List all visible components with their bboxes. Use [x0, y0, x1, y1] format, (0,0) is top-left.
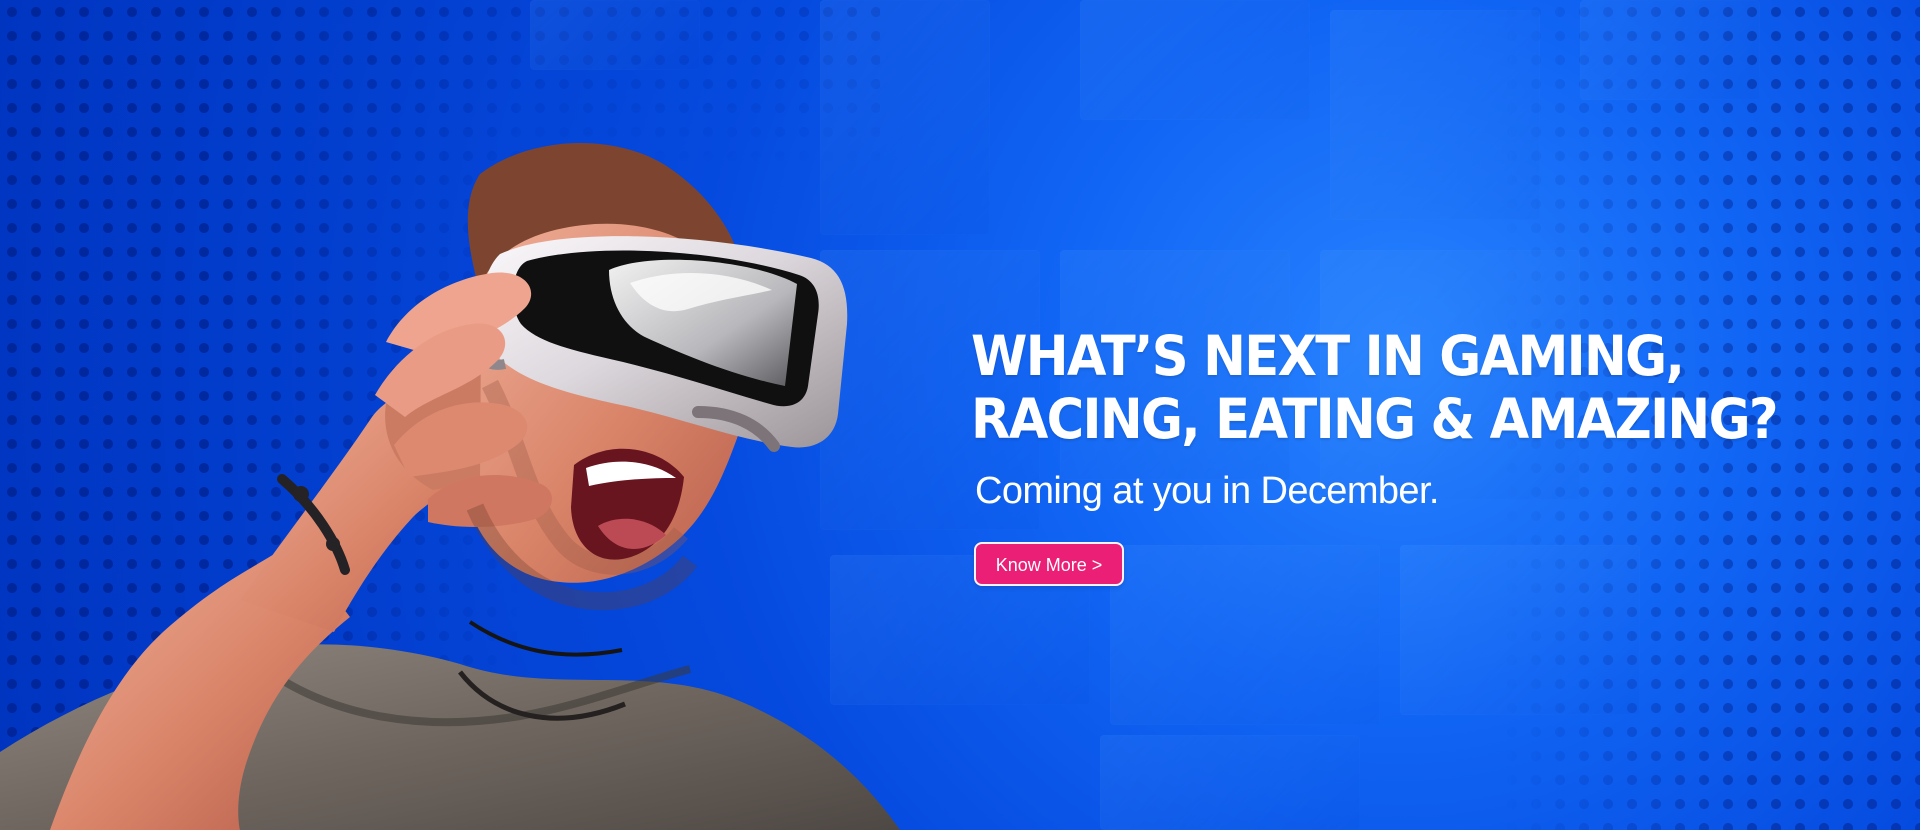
- headline-line-1: WHAT’S NEXT IN GAMING,: [971, 324, 1685, 388]
- hero-banner: WHAT’S NEXT IN GAMING, RACING, EATING & …: [0, 0, 1920, 830]
- subheadline: Coming at you in December.: [975, 470, 1439, 512]
- background-tile: [1330, 10, 1540, 220]
- background-tile: [1400, 545, 1640, 715]
- headline-line-2: RACING, EATING & AMAZING?: [971, 387, 1779, 451]
- background-tile: [530, 0, 700, 70]
- background-tile: [1110, 545, 1380, 725]
- hero-content: WHAT’S NEXT IN GAMING, RACING, EATING & …: [971, 324, 1779, 586]
- page-title: WHAT’S NEXT IN GAMING, RACING, EATING & …: [971, 324, 1779, 451]
- background-tile: [1100, 735, 1360, 830]
- background-tile: [1580, 0, 1760, 100]
- vr-user-illustration: [0, 142, 900, 830]
- background-tile: [1080, 0, 1310, 120]
- know-more-button[interactable]: Know More >: [974, 542, 1124, 586]
